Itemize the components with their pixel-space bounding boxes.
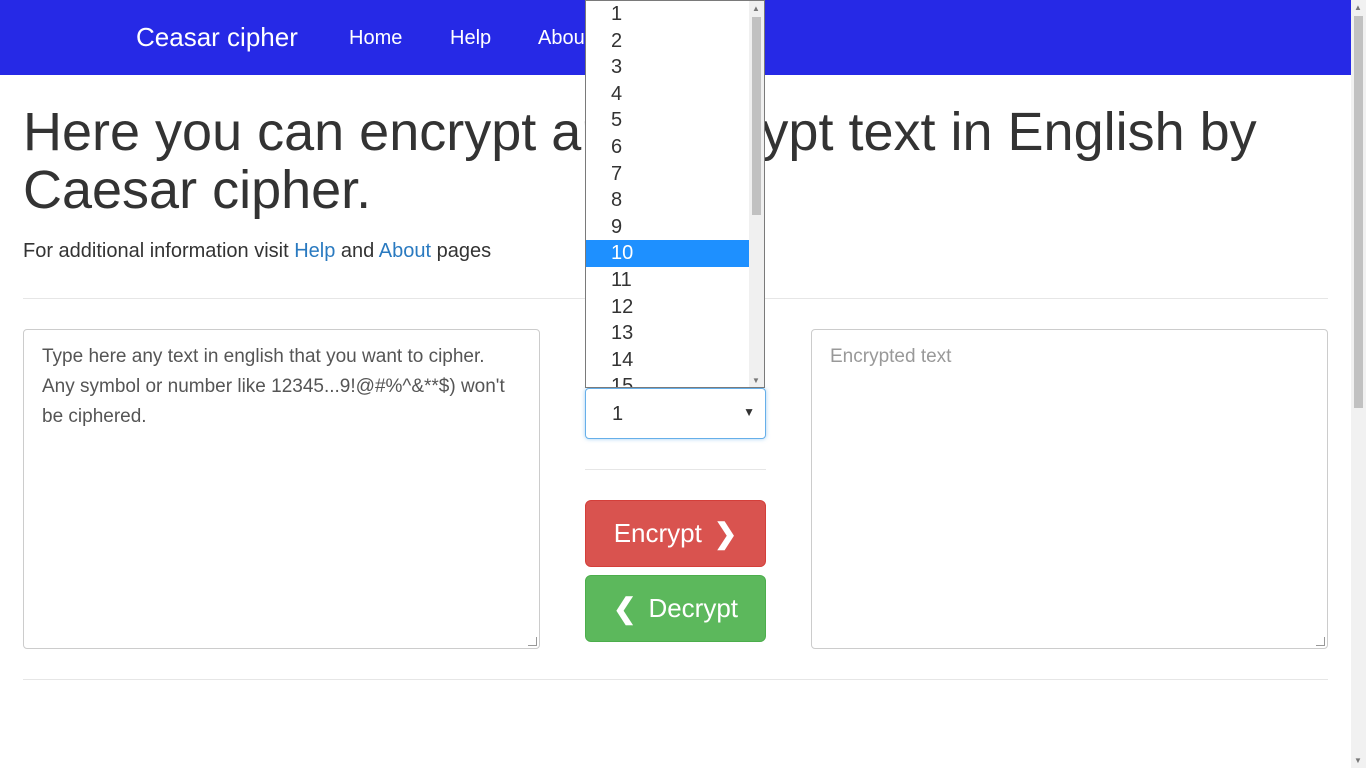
encrypted-text-placeholder: Encrypted text (830, 346, 952, 367)
dropdown-option[interactable]: 4 (586, 81, 749, 108)
nav-about[interactable]: About (538, 27, 590, 50)
plain-text-value: Type here any text in english that you w… (42, 346, 510, 427)
nav-home[interactable]: Home (349, 27, 402, 50)
chevron-left-icon: ❮ (612, 593, 637, 624)
help-link[interactable]: Help (294, 240, 335, 262)
divider-mid (585, 469, 766, 470)
info-suffix: pages (431, 240, 492, 262)
dropdown-option[interactable]: 3 (586, 54, 749, 81)
dropdown-option[interactable]: 8 (586, 187, 749, 214)
scroll-up-icon[interactable]: ▲ (752, 4, 760, 13)
dropdown-option[interactable]: 1 (586, 1, 749, 28)
brand-link[interactable]: Ceasar cipher (136, 22, 298, 53)
encrypted-text-output[interactable]: Encrypted text (811, 329, 1328, 649)
info-and: and (335, 240, 379, 262)
decrypt-button[interactable]: ❮ Decrypt (585, 575, 766, 642)
resize-handle-icon[interactable] (528, 637, 537, 646)
encrypt-label: Encrypt (613, 518, 702, 548)
dropdown-option[interactable]: 14 (586, 347, 749, 374)
chevron-right-icon: ❯ (713, 518, 738, 549)
dropdown-option[interactable]: 13 (586, 320, 749, 347)
dropdown-option[interactable]: 5 (586, 107, 749, 134)
shift-select-value: 1 (612, 403, 624, 425)
dropdown-scrollbar[interactable]: ▲ ▼ (749, 1, 764, 387)
decrypt-label: Decrypt (648, 593, 739, 623)
resize-handle-icon[interactable] (1316, 637, 1325, 646)
page-scroll-thumb[interactable] (1354, 16, 1363, 408)
divider-bottom (23, 679, 1328, 680)
dropdown-option[interactable]: 9 (586, 214, 749, 241)
plain-text-input[interactable]: Type here any text in english that you w… (23, 329, 540, 649)
dropdown-scroll-thumb[interactable] (752, 17, 761, 215)
dropdown-option[interactable]: 15 (586, 373, 749, 387)
dropdown-option[interactable]: 6 (586, 134, 749, 161)
about-link[interactable]: About (379, 240, 431, 262)
scroll-down-icon[interactable]: ▼ (1354, 756, 1362, 765)
dropdown-option[interactable]: 10 (586, 240, 749, 268)
dropdown-option[interactable]: 2 (586, 28, 749, 55)
nav-help[interactable]: Help (450, 27, 491, 50)
shift-dropdown-list[interactable]: 1 2 3 4 5 6 7 8 9 10 11 12 13 14 15 ▲ ▼ (585, 0, 765, 388)
shift-select[interactable]: 1 ▼ (585, 388, 766, 439)
dropdown-option[interactable]: 7 (586, 161, 749, 188)
dropdown-arrow-icon: ▼ (743, 405, 755, 419)
scroll-up-icon[interactable]: ▲ (1354, 3, 1362, 12)
dropdown-option[interactable]: 12 (586, 294, 749, 321)
encrypt-button[interactable]: Encrypt ❯ (585, 500, 766, 567)
info-prefix: For additional information visit (23, 240, 295, 262)
info-text: For additional information visit Help an… (23, 240, 491, 263)
page-scrollbar[interactable]: ▲ ▼ (1351, 0, 1366, 768)
scroll-down-icon[interactable]: ▼ (752, 376, 760, 385)
dropdown-option[interactable]: 11 (586, 267, 749, 294)
